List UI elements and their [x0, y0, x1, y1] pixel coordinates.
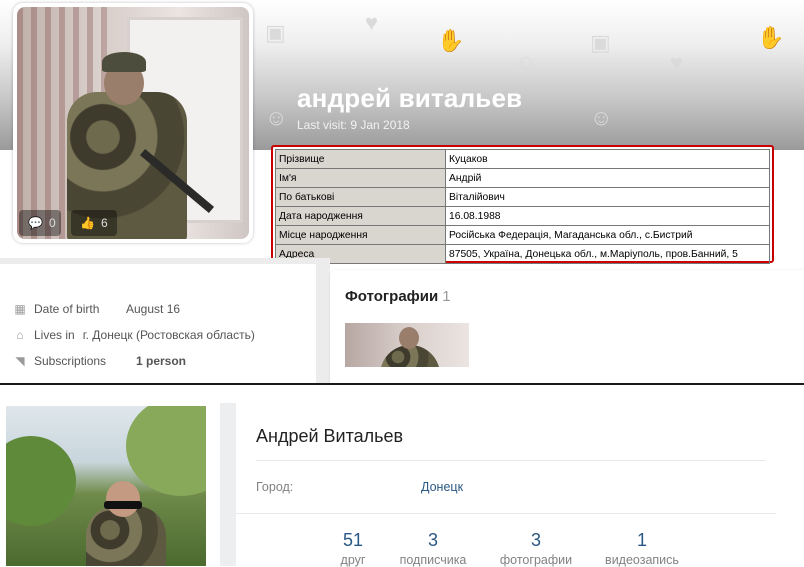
stat-photos[interactable]: 3 фотографии — [493, 530, 579, 567]
lives-in-row: ⌂ Lives in г. Донецк (Ростовская область… — [13, 328, 254, 342]
thumb-pattern-icon: ✋ — [757, 25, 785, 50]
table-row: Дата народження 16.08.1988 — [275, 206, 770, 226]
vk-profile-card: Андрей Витальев Город: Донецк 51 друг 3 … — [236, 403, 804, 567]
city-label: Город: — [256, 480, 294, 494]
profile-details-panel: ▦ Date of birth August 16 ⌂ Lives in г. … — [0, 258, 316, 383]
profile-name: андрей витальев — [297, 83, 523, 113]
photos-panel: Фотографии 1 — [330, 270, 804, 383]
photo-thumbnail[interactable] — [345, 323, 469, 367]
like-pattern-icon: ♥ — [670, 50, 684, 75]
thumb-pattern-icon: ✋ — [437, 28, 465, 53]
smile-pattern-icon: ☺ — [265, 105, 288, 130]
thumbs-up-icon: 👍 — [80, 216, 95, 230]
stat-friends[interactable]: 51 друг — [338, 530, 368, 567]
photo-pattern-icon: ▣ — [265, 20, 286, 45]
like-pattern-icon: ♥ — [365, 10, 379, 35]
comments-counter[interactable]: 💬 0 — [19, 210, 61, 236]
vk-avatar-photo[interactable] — [6, 406, 206, 566]
photos-title[interactable]: Фотографии 1 — [345, 288, 451, 305]
panel-gap — [220, 403, 236, 566]
smile-pattern-icon: ☺ — [590, 105, 613, 130]
profile-avatar[interactable]: 💬 0 👍 6 — [13, 3, 253, 243]
date-of-birth-row: ▦ Date of birth August 16 — [14, 302, 181, 316]
house-icon: ⌂ — [16, 328, 24, 342]
table-row: Адреса 87505, Україна, Донецька обл., м.М… — [275, 244, 770, 264]
divider — [256, 460, 766, 461]
stat-followers[interactable]: 3 подписчика — [393, 530, 473, 567]
vk-profile-name: Андрей Витальев — [256, 426, 404, 446]
smile-pattern-icon: ☺ — [515, 50, 538, 75]
panel-gap — [316, 258, 330, 383]
table-row: По батькові Віталійович — [275, 187, 770, 207]
table-row: Прізвище Куцаков — [275, 149, 770, 169]
city-link[interactable]: Донецк — [421, 480, 463, 494]
vk-profile-section: Андрей Витальев Город: Донецк 51 друг 3 … — [0, 385, 804, 567]
personal-data-table: Прізвище Куцаков Ім'я Андрій По батькові Ві… — [271, 145, 774, 264]
likes-counter[interactable]: 👍 6 — [71, 210, 117, 236]
stat-videos[interactable]: 1 видеозапись — [598, 530, 686, 567]
divider — [236, 513, 776, 514]
table-row: Ім'я Андрій — [275, 168, 770, 188]
last-visit: Last visit: 9 Jan 2018 — [297, 118, 410, 132]
avatar-photo — [17, 7, 249, 239]
table-row: Місце народження Російська Федерація, Маг… — [275, 225, 770, 245]
rss-icon: ◥ — [15, 354, 25, 368]
profile-top-section: ▣ ♥ ✋ ☺ ▣ ♥ ✋ ☺ ☺ 💬 0 👍 6 андрей виталье… — [0, 0, 804, 383]
photo-pattern-icon: ▣ — [590, 30, 611, 55]
subscriptions-row: ◥ Subscriptions 1 person — [13, 354, 186, 368]
comment-icon: 💬 — [28, 216, 43, 230]
calendar-icon: ▦ — [14, 302, 26, 316]
